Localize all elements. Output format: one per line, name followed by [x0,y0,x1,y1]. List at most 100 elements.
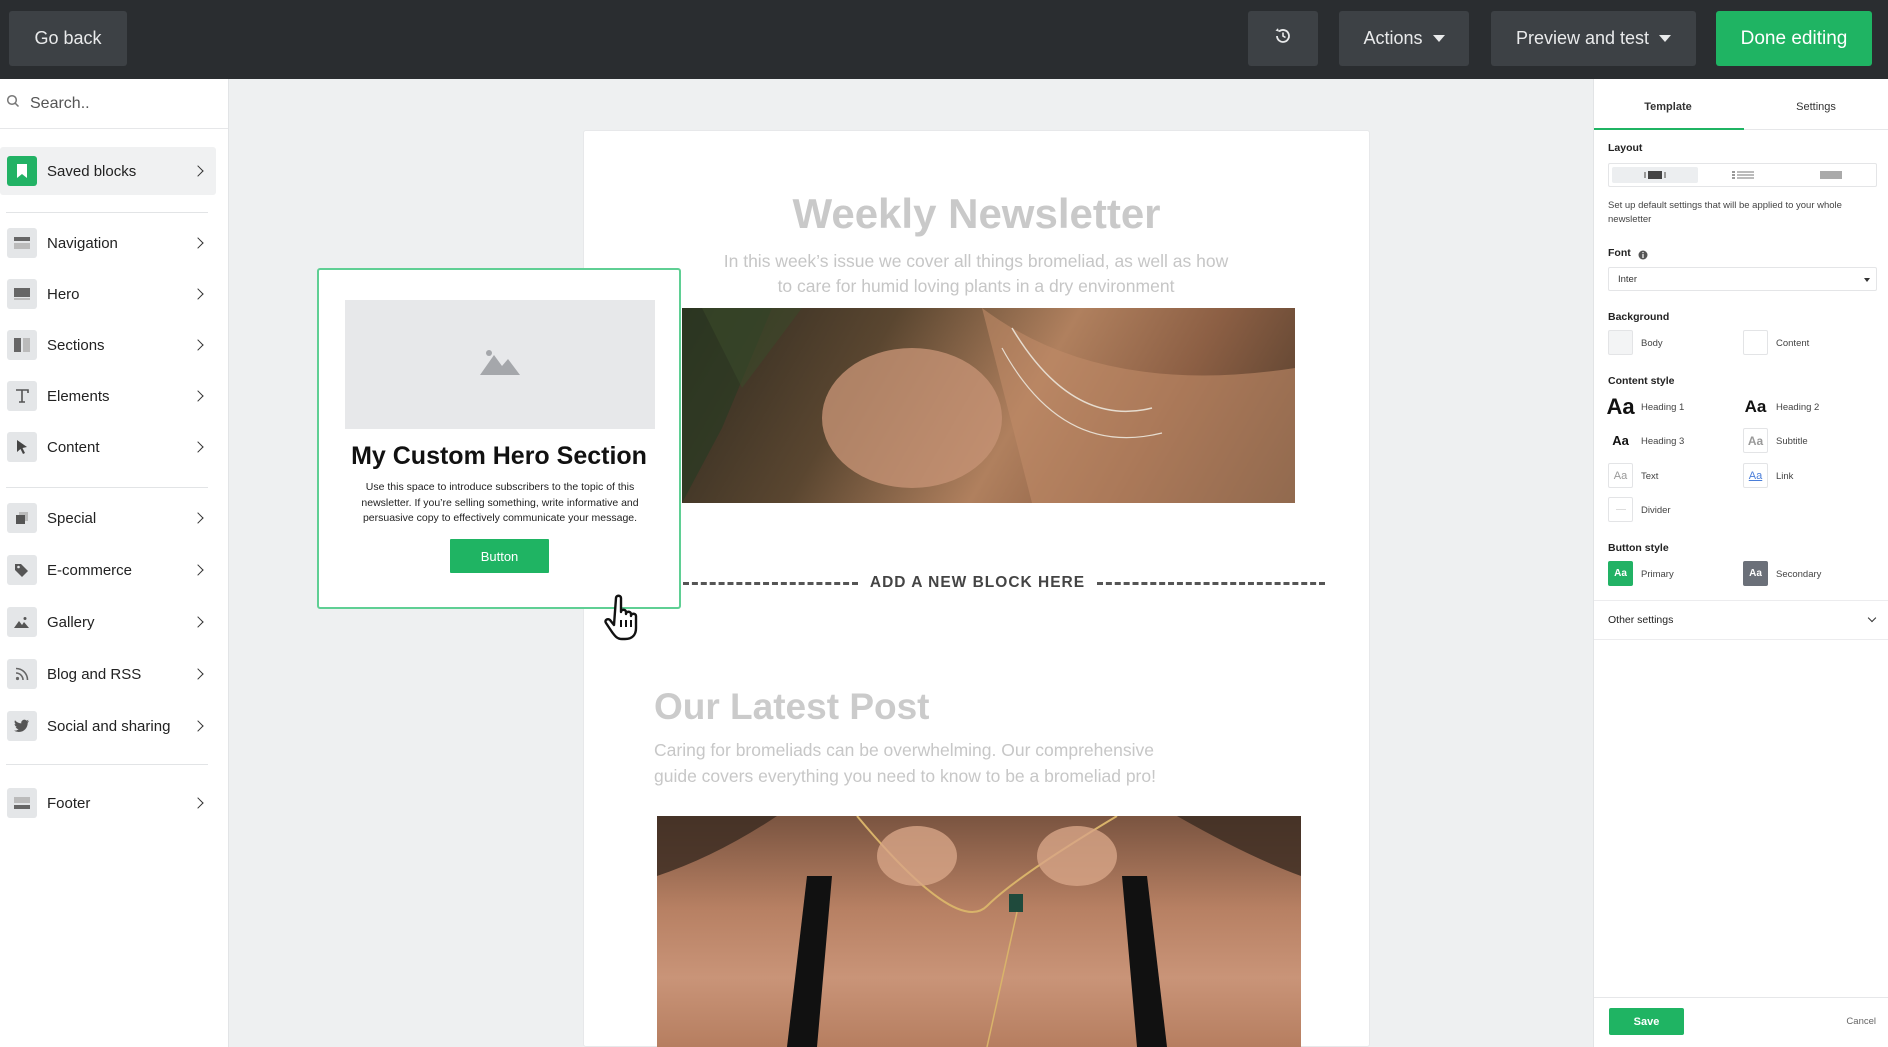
font-dropdown[interactable]: Inter [1608,267,1877,291]
cancel-button[interactable]: Cancel [1846,1016,1876,1027]
other-settings-label: Other settings [1608,614,1674,626]
layers-icon [7,503,37,533]
chevron-right-icon [192,616,204,628]
chevron-right-icon [192,288,204,300]
content-color-swatch[interactable] [1743,330,1768,355]
preview-and-test-button[interactable]: Preview and test [1491,11,1696,66]
secondary-label: Secondary [1776,569,1822,580]
add-block-drop-zone[interactable]: ADD A NEW BLOCK HERE [860,574,1095,592]
button-style-label: Button style [1608,542,1669,554]
image-icon [7,607,37,637]
bookmark-icon [7,156,37,186]
actions-label: Actions [1363,28,1423,48]
history-icon [1273,26,1293,51]
footer-divider [1594,997,1888,998]
navigation-icon [7,228,37,258]
hero-image[interactable] [682,308,1295,503]
sidebar-item-saved-blocks[interactable]: Saved blocks [0,147,216,195]
tab-template[interactable]: Template [1594,101,1742,113]
template-settings-panel: Template Settings Layout Set up default … [1593,79,1888,1047]
sidebar-item-label: Gallery [47,613,95,631]
history-button[interactable] [1248,11,1318,66]
go-back-button[interactable]: Go back [9,11,127,66]
sidebar-item-e-commerce[interactable]: E-commerce [0,546,216,594]
tab-settings[interactable]: Settings [1742,101,1888,113]
image-placeholder [345,300,655,429]
post-title[interactable]: Our Latest Post [654,686,930,728]
add-block-dashed-line [1097,582,1325,585]
newsletter-title[interactable]: Weekly Newsletter [583,190,1370,238]
divider-label: Divider [1641,505,1671,516]
layout-selector [1608,163,1877,187]
add-block-dashed-line [683,582,858,585]
font-value: Inter [1618,273,1638,285]
tag-icon [7,555,37,585]
newsletter-subtitle[interactable]: In this week’s issue we cover all things… [720,249,1232,299]
chevron-down-icon [1867,613,1877,623]
layout-option-centered[interactable] [1612,167,1698,183]
hero-icon [7,279,37,309]
sidebar-item-label: Hero [47,285,80,303]
font-label: Font [1608,247,1631,259]
sidebar-item-hero[interactable]: Hero [0,270,216,318]
secondary-button-style[interactable]: Aa [1743,561,1768,586]
rss-icon [7,659,37,689]
search-input[interactable] [30,94,210,113]
twitter-icon [7,711,37,741]
chevron-right-icon [192,165,204,177]
chevron-down-icon [1864,278,1870,282]
sidebar-item-label: Social and sharing [47,717,171,735]
divider [6,764,208,765]
link-label: Link [1776,471,1794,482]
layout-label: Layout [1608,142,1643,154]
sidebar-item-sections[interactable]: Sections [0,321,216,369]
chevron-right-icon [192,390,204,402]
grab-cursor-icon [604,594,650,647]
post-image[interactable] [657,816,1301,1047]
info-icon[interactable] [1638,247,1648,265]
chevron-right-icon [192,339,204,351]
heading-1-style[interactable]: Aa [1606,394,1635,419]
sidebar-item-special[interactable]: Special [0,494,216,542]
text-style[interactable]: Aa [1608,463,1633,488]
done-label: Done editing [1740,27,1848,49]
chevron-right-icon [192,720,204,732]
done-editing-button[interactable]: Done editing [1716,11,1872,66]
actions-button[interactable]: Actions [1339,11,1469,66]
sidebar-item-footer[interactable]: Footer [0,779,216,827]
primary-button-style[interactable]: Aa [1608,561,1633,586]
chevron-right-icon [192,441,204,453]
sidebar-item-label: E-commerce [47,561,133,579]
subtitle-style[interactable]: Aa [1743,428,1768,453]
heading-3-style[interactable]: Aa [1608,428,1633,453]
sidebar-item-navigation[interactable]: Navigation [0,219,216,267]
save-button[interactable]: Save [1609,1008,1684,1035]
subtitle-label: Subtitle [1776,436,1808,447]
chevron-right-icon [192,512,204,524]
sidebar-item-gallery[interactable]: Gallery [0,598,216,646]
search-icon [6,94,20,113]
other-settings-accordion[interactable]: Other settings [1594,600,1888,640]
layout-option-list[interactable] [1700,167,1786,183]
layout-option-full-width[interactable] [1788,167,1874,183]
heading-3-label: Heading 3 [1641,436,1685,447]
chevron-right-icon [192,237,204,249]
sidebar-item-label: Footer [47,794,91,812]
sidebar-item-social-and-sharing[interactable]: Social and sharing [0,702,216,750]
sidebar-item-elements[interactable]: Elements [0,372,216,420]
divider-style[interactable] [1608,497,1633,522]
chevron-down-icon [1659,35,1672,42]
hero-block-title: My Custom Hero Section [351,442,647,470]
dragged-hero-block[interactable]: My Custom Hero Section Use this space to… [317,268,681,609]
sidebar-item-blog-and-rss[interactable]: Blog and RSS [0,650,216,698]
body-color-swatch[interactable] [1608,330,1633,355]
sidebar-item-label: Blog and RSS [47,665,142,683]
post-subtitle[interactable]: Caring for bromeliads can be overwhelmin… [654,737,1184,789]
primary-label: Primary [1641,569,1674,580]
heading-2-style[interactable]: Aa [1743,394,1768,419]
sidebar-item-content[interactable]: Content [0,423,216,471]
link-style[interactable]: Aa [1743,463,1768,488]
hero-block-button: Button [450,539,549,573]
text-icon [7,381,37,411]
chevron-down-icon [1432,35,1445,42]
